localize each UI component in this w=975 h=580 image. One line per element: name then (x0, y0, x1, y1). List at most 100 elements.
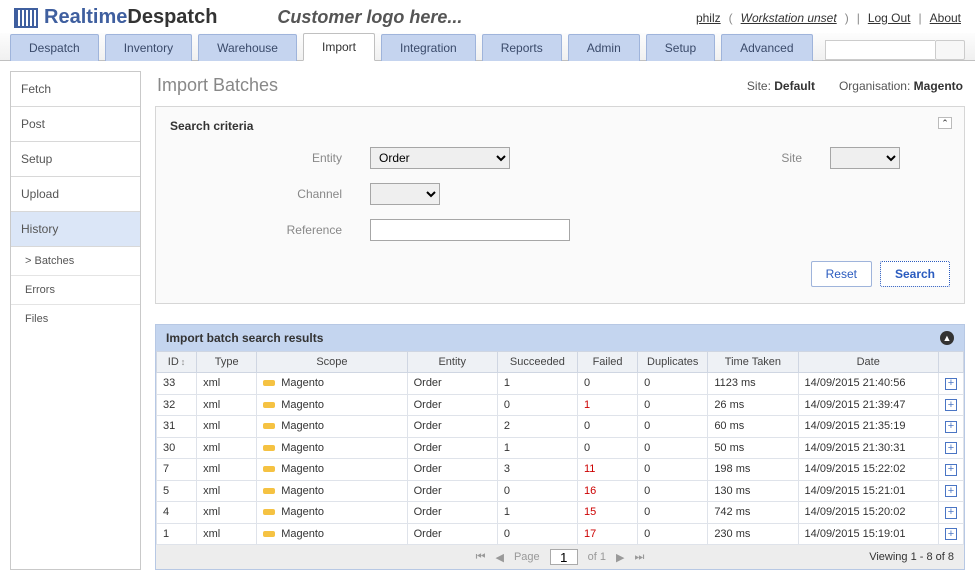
expand-cell: + (938, 437, 963, 459)
reset-button[interactable]: Reset (811, 261, 872, 287)
channel-select[interactable] (370, 183, 440, 205)
table-row[interactable]: 4xmlMagentoOrder1150742 ms14/09/2015 15:… (157, 502, 964, 524)
expand-icon[interactable]: + (945, 378, 957, 390)
customer-logo-placeholder: Customer logo here... (277, 7, 462, 28)
main-tabs: DespatchInventoryWarehouseImportIntegrat… (0, 33, 975, 61)
workstation-link[interactable]: Workstation unset (741, 11, 837, 25)
expand-cell: + (938, 523, 963, 545)
scope-cell: Magento (257, 437, 407, 459)
tab-despatch[interactable]: Despatch (10, 34, 99, 61)
table-body: 33xmlMagentoOrder1001123 ms14/09/2015 21… (157, 373, 964, 545)
tab-import[interactable]: Import (303, 33, 375, 61)
col-expand[interactable] (938, 352, 963, 373)
site-value: Default (774, 79, 815, 93)
header-right: philz (Workstation unset) | Log Out | Ab… (696, 11, 961, 25)
page-title-row: Import Batches Site: Default Organisatio… (155, 71, 965, 106)
col-id[interactable]: ID↕ (157, 352, 197, 373)
sidebar-item-upload[interactable]: Upload (11, 177, 140, 212)
sidebar-sub-files[interactable]: Files (11, 305, 140, 333)
table-row[interactable]: 30xmlMagentoOrder10050 ms14/09/2015 21:3… (157, 437, 964, 459)
app-logo: RealtimeDespatch (14, 6, 217, 29)
reference-label: Reference (170, 223, 350, 237)
logo-realtime: Realtime (44, 6, 127, 28)
collapse-icon[interactable]: ⌃ (938, 117, 952, 129)
scope-text: Magento (281, 442, 324, 454)
key-icon (263, 380, 275, 386)
user-link[interactable]: philz (696, 11, 721, 25)
expand-icon[interactable]: + (945, 464, 957, 476)
col-duplicates[interactable]: Duplicates (638, 352, 708, 373)
table-header-row: ID↕TypeScopeEntitySucceededFailedDuplica… (157, 352, 964, 373)
col-date[interactable]: Date (798, 352, 938, 373)
pager-prev-icon[interactable]: ◀ (496, 551, 504, 564)
key-icon (263, 466, 275, 472)
pager-last-icon[interactable]: ⏭ (635, 551, 645, 564)
col-type[interactable]: Type (197, 352, 257, 373)
pager-next-icon[interactable]: ▶ (616, 551, 624, 564)
about-link[interactable]: About (930, 11, 961, 25)
table-row[interactable]: 5xmlMagentoOrder0160130 ms14/09/2015 15:… (157, 480, 964, 502)
search-button[interactable]: Search (880, 261, 950, 287)
global-search-button[interactable] (935, 40, 965, 60)
col-failed[interactable]: Failed (578, 352, 638, 373)
scope-cell: Magento (257, 394, 407, 416)
expand-icon[interactable]: + (945, 528, 957, 540)
expand-icon[interactable]: + (945, 399, 957, 411)
logo-icon (14, 8, 38, 28)
scope-text: Magento (281, 463, 324, 475)
pager-page-input[interactable] (550, 549, 578, 565)
entity-select[interactable]: Order (370, 147, 510, 169)
tab-reports[interactable]: Reports (482, 34, 562, 61)
scope-text: Magento (281, 377, 324, 389)
collapse-results-icon[interactable]: ▲ (940, 331, 954, 345)
sidebar-sub-batches[interactable]: > Batches (11, 247, 140, 276)
scope-cell: Magento (257, 416, 407, 438)
table-row[interactable]: 31xmlMagentoOrder20060 ms14/09/2015 21:3… (157, 416, 964, 438)
col-time-taken[interactable]: Time Taken (708, 352, 798, 373)
tab-admin[interactable]: Admin (568, 34, 640, 61)
table-row[interactable]: 7xmlMagentoOrder3110198 ms14/09/2015 15:… (157, 459, 964, 481)
key-icon (263, 402, 275, 408)
pager-viewing: Viewing 1 - 8 of 8 (869, 551, 954, 563)
tab-inventory[interactable]: Inventory (105, 34, 192, 61)
scope-text: Magento (281, 485, 324, 497)
key-icon (263, 531, 275, 537)
expand-icon[interactable]: + (945, 507, 957, 519)
paren-open: ( (729, 11, 733, 25)
expand-cell: + (938, 416, 963, 438)
sidebar-item-post[interactable]: Post (11, 107, 140, 142)
global-search-input[interactable] (825, 40, 935, 60)
site-label: Site: (747, 79, 771, 93)
sort-desc-icon: ↕ (181, 357, 186, 367)
paren-close: ) (845, 11, 849, 25)
tab-integration[interactable]: Integration (381, 34, 476, 61)
sidebar-sub-errors[interactable]: Errors (11, 276, 140, 305)
tab-setup[interactable]: Setup (646, 34, 715, 61)
scope-cell: Magento (257, 502, 407, 524)
sidebar-item-fetch[interactable]: Fetch (11, 72, 140, 107)
expand-icon[interactable]: + (945, 485, 957, 497)
sidebar-item-history[interactable]: History (11, 212, 140, 247)
sidebar-item-setup[interactable]: Setup (11, 142, 140, 177)
site-select[interactable] (830, 147, 900, 169)
logout-link[interactable]: Log Out (868, 11, 911, 25)
pager-first-icon[interactable]: ⏮ (476, 551, 486, 564)
app-header: RealtimeDespatch Customer logo here... p… (0, 0, 975, 33)
table-row[interactable]: 33xmlMagentoOrder1001123 ms14/09/2015 21… (157, 373, 964, 395)
table-row[interactable]: 1xmlMagentoOrder0170230 ms14/09/2015 15:… (157, 523, 964, 545)
scope-text: Magento (281, 399, 324, 411)
pager-page-label: Page (514, 551, 540, 563)
col-scope[interactable]: Scope (257, 352, 407, 373)
table-row[interactable]: 32xmlMagentoOrder01026 ms14/09/2015 21:3… (157, 394, 964, 416)
expand-icon[interactable]: + (945, 442, 957, 454)
content: Import Batches Site: Default Organisatio… (155, 71, 965, 570)
org-value: Magento (914, 79, 963, 93)
reference-input[interactable] (370, 219, 570, 241)
results-header: Import batch search results ▲ (156, 325, 964, 351)
col-succeeded[interactable]: Succeeded (497, 352, 577, 373)
tab-advanced[interactable]: Advanced (721, 34, 812, 61)
col-entity[interactable]: Entity (407, 352, 497, 373)
expand-icon[interactable]: + (945, 421, 957, 433)
results-panel: Import batch search results ▲ ID↕TypeSco… (155, 324, 965, 570)
tab-warehouse[interactable]: Warehouse (198, 34, 297, 61)
